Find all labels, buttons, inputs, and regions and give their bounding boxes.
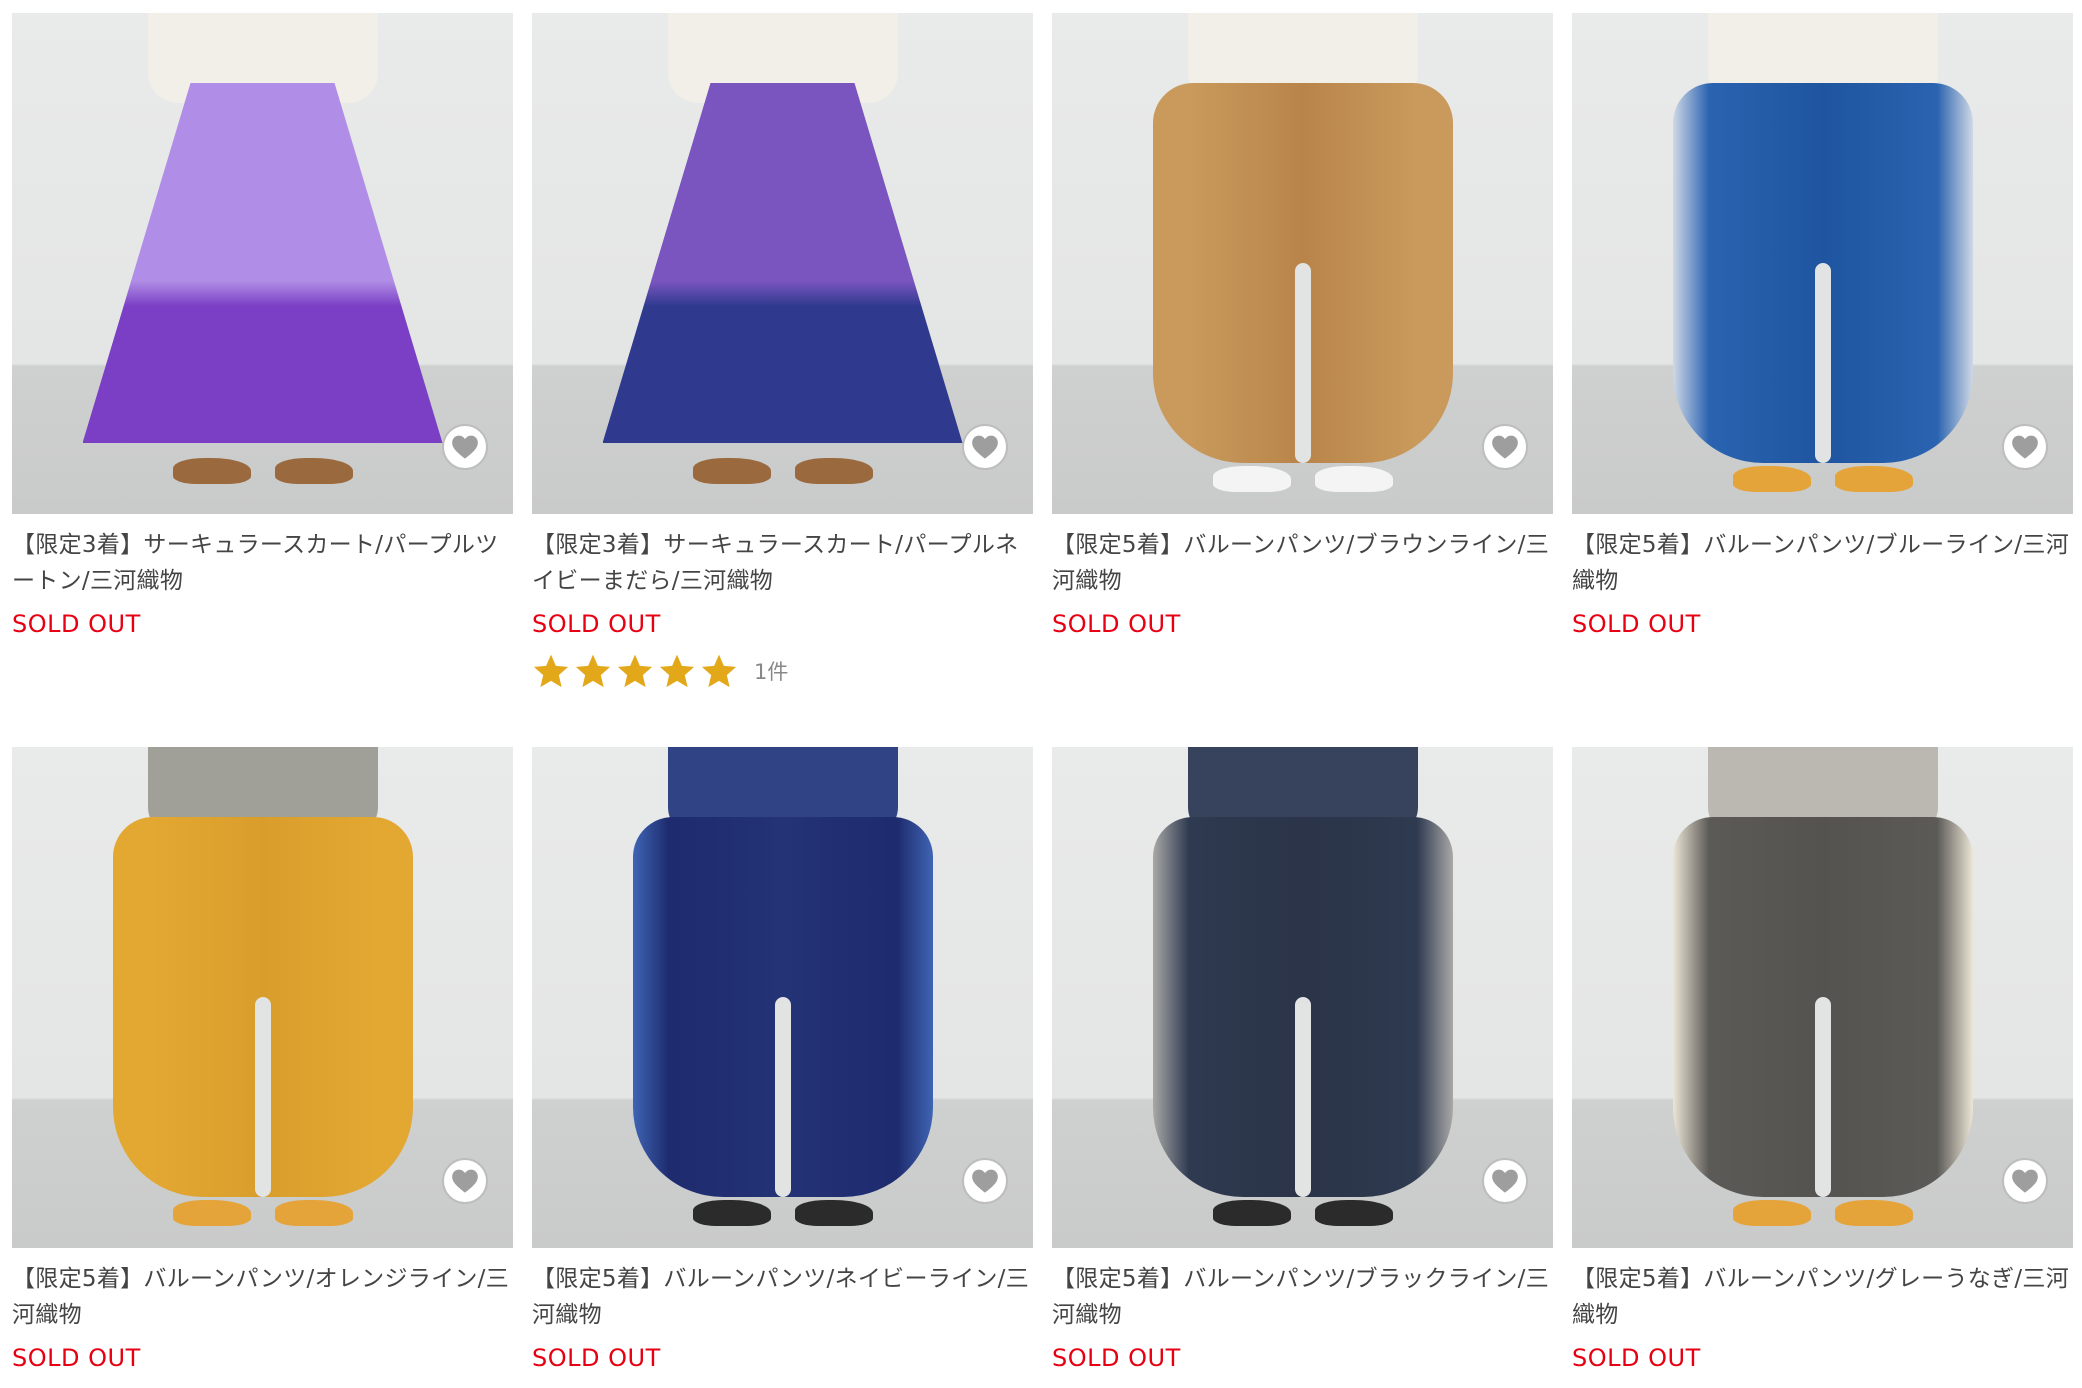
favorite-button[interactable]: [1482, 424, 1528, 470]
product-title[interactable]: 【限定5着】バルーンパンツ/ネイビーライン/三河織物: [532, 1261, 1033, 1333]
product-card[interactable]: 【限定5着】バルーンパンツ/ブラックライン/三河織物 SOLD OUT: [1052, 747, 1553, 1373]
review-count: 1件: [754, 660, 789, 684]
model-feet: [172, 1166, 353, 1226]
favorite-button[interactable]: [2002, 424, 2048, 470]
model-feet: [1212, 432, 1393, 492]
favorite-button[interactable]: [962, 1158, 1008, 1204]
heart-icon: [1492, 1169, 1518, 1193]
heart-icon: [452, 1169, 478, 1193]
product-title[interactable]: 【限定3着】サーキュラースカート/パープルツートン/三河織物: [12, 527, 513, 599]
sold-out-label: SOLD OUT: [1052, 610, 1181, 638]
model-feet: [692, 424, 873, 484]
product-title[interactable]: 【限定5着】バルーンパンツ/オレンジライン/三河織物: [12, 1261, 513, 1333]
product-title[interactable]: 【限定5着】バルーンパンツ/ブラウンライン/三河織物: [1052, 527, 1553, 599]
product-card[interactable]: 【限定5着】バルーンパンツ/オレンジライン/三河織物 SOLD OUT: [12, 747, 513, 1373]
product-card[interactable]: 【限定5着】バルーンパンツ/ブルーライン/三河織物 SOLD OUT: [1572, 13, 2073, 639]
sold-out-label: SOLD OUT: [12, 1344, 141, 1372]
product-card[interactable]: 【限定5着】バルーンパンツ/ネイビーライン/三河織物 SOLD OUT: [532, 747, 1033, 1373]
product-card[interactable]: 【限定5着】バルーンパンツ/ブラウンライン/三河織物 SOLD OUT: [1052, 13, 1553, 639]
sold-out-label: SOLD OUT: [1052, 1344, 1181, 1372]
sold-out-label: SOLD OUT: [532, 610, 661, 638]
favorite-button[interactable]: [1482, 1158, 1528, 1204]
favorite-button[interactable]: [442, 424, 488, 470]
heart-icon: [452, 435, 478, 459]
sold-out-label: SOLD OUT: [1572, 1344, 1701, 1372]
product-image[interactable]: [1052, 747, 1553, 1248]
sold-out-label: SOLD OUT: [532, 1344, 661, 1372]
star-icon: [533, 654, 569, 688]
skirt-shape: [82, 83, 443, 443]
star-icon: [575, 654, 611, 688]
product-image[interactable]: [12, 747, 513, 1248]
model-feet: [1732, 1166, 1913, 1226]
star-icon: [617, 654, 653, 688]
favorite-button[interactable]: [442, 1158, 488, 1204]
product-title[interactable]: 【限定5着】バルーンパンツ/グレーうなぎ/三河織物: [1572, 1261, 2073, 1333]
product-rating[interactable]: 1件: [532, 653, 1033, 689]
heart-icon: [972, 1169, 998, 1193]
sold-out-label: SOLD OUT: [1572, 610, 1701, 638]
product-card[interactable]: 【限定3着】サーキュラースカート/パープルツートン/三河織物 SOLD OUT: [12, 13, 513, 639]
product-image[interactable]: [532, 747, 1033, 1248]
model-feet: [1212, 1166, 1393, 1226]
favorite-button[interactable]: [962, 424, 1008, 470]
favorite-button[interactable]: [2002, 1158, 2048, 1204]
product-image[interactable]: [532, 13, 1033, 514]
model-feet: [692, 1166, 873, 1226]
heart-icon: [2012, 1169, 2038, 1193]
product-card[interactable]: 【限定3着】サーキュラースカート/パープルネイビーまだら/三河織物 SOLD OU…: [532, 13, 1033, 689]
model-feet: [1732, 432, 1913, 492]
heart-icon: [972, 435, 998, 459]
product-card[interactable]: 【限定5着】バルーンパンツ/グレーうなぎ/三河織物 SOLD OUT: [1572, 747, 2073, 1373]
product-title[interactable]: 【限定3着】サーキュラースカート/パープルネイビーまだら/三河織物: [532, 527, 1033, 599]
product-image[interactable]: [1052, 13, 1553, 514]
star-icon: [659, 654, 695, 688]
heart-icon: [1492, 435, 1518, 459]
product-title[interactable]: 【限定5着】バルーンパンツ/ブラックライン/三河織物: [1052, 1261, 1553, 1333]
product-image[interactable]: [1572, 13, 2073, 514]
product-image[interactable]: [1572, 747, 2073, 1248]
product-title[interactable]: 【限定5着】バルーンパンツ/ブルーライン/三河織物: [1572, 527, 2073, 599]
skirt-shape: [602, 83, 963, 443]
heart-icon: [2012, 435, 2038, 459]
product-image[interactable]: [12, 13, 513, 514]
sold-out-label: SOLD OUT: [12, 610, 141, 638]
model-feet: [172, 424, 353, 484]
star-icon: [701, 654, 737, 688]
